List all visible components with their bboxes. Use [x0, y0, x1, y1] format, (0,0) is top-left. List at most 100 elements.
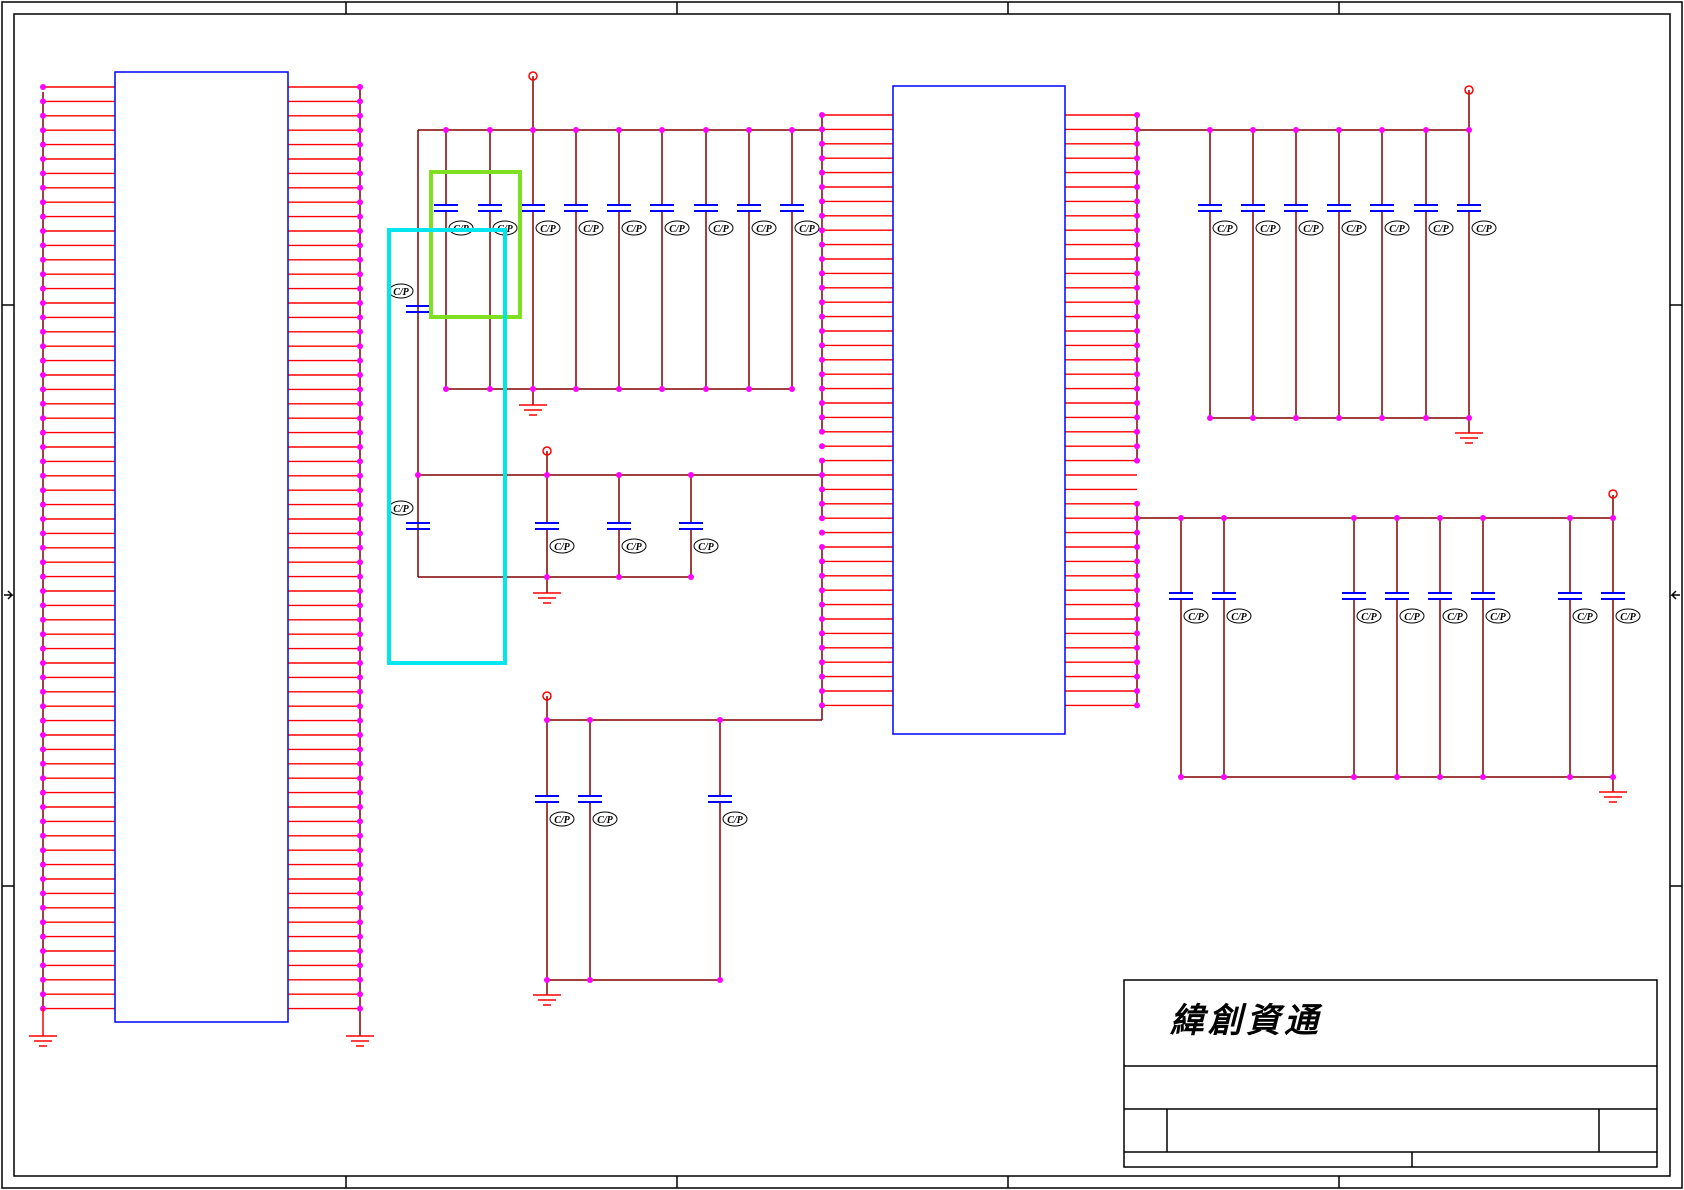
junction-dot — [1134, 515, 1140, 522]
junction-dot — [587, 717, 593, 723]
ground-icon — [1455, 432, 1483, 444]
junction-dot — [688, 472, 694, 478]
connector-body — [114, 71, 289, 1023]
junction-dot — [40, 890, 46, 897]
capacitor-label: C/P — [1361, 612, 1377, 623]
junction-dot — [357, 156, 363, 162]
junction-dot — [819, 400, 825, 406]
junction-dot — [717, 977, 723, 983]
junction-dot — [819, 299, 825, 306]
junction-dot — [1134, 256, 1140, 262]
junction-dot — [819, 414, 825, 421]
junction-dot — [40, 544, 46, 551]
junction-dot — [1134, 587, 1140, 594]
junction-dot — [357, 343, 363, 350]
junction-dot — [1221, 515, 1227, 521]
capacitor: C/P — [1601, 518, 1641, 777]
junction-dot — [1610, 774, 1616, 780]
ground-icon — [519, 404, 547, 416]
junction-dot — [40, 487, 46, 494]
ic-body — [892, 85, 1066, 735]
junction-dot — [1134, 457, 1140, 464]
junction-dot — [357, 847, 363, 854]
junction-dot — [40, 818, 46, 825]
junction-dot — [1134, 673, 1140, 680]
junction-dot — [357, 876, 363, 882]
junction-dot — [40, 472, 46, 479]
junction-dot — [1134, 140, 1140, 147]
junction-dot — [40, 976, 46, 983]
capacitor-label: C/P — [540, 224, 556, 235]
junction-dot — [1134, 544, 1140, 550]
capacitor: C/P — [478, 130, 518, 389]
junction-dot — [616, 472, 622, 478]
capacitor: C/P — [1212, 518, 1252, 777]
junction-dot — [819, 184, 825, 190]
junction-dot — [1134, 702, 1140, 709]
capacitor-label: C/P — [713, 224, 729, 235]
junction-dot — [573, 386, 579, 392]
junction-dot — [357, 256, 363, 263]
junction-dot — [1423, 415, 1429, 421]
junction-dot — [819, 486, 825, 493]
junction-dot — [357, 818, 363, 825]
junction-dot — [819, 688, 825, 694]
junction-dot — [1423, 127, 1429, 133]
junction-dot — [544, 574, 550, 580]
junction-dot — [40, 386, 46, 393]
capacitor-label: C/P — [698, 542, 714, 553]
junction-dot — [1466, 415, 1472, 421]
junction-dot — [573, 127, 579, 133]
capacitor: C/P — [1284, 130, 1324, 418]
capacitor: C/P — [1558, 518, 1598, 777]
junction-dot — [40, 832, 46, 839]
junction-dot — [40, 717, 46, 724]
capacitor: C/P — [1471, 518, 1511, 777]
junction-dot — [357, 372, 363, 378]
junction-dot — [40, 300, 46, 306]
junction-dot — [1134, 400, 1140, 406]
junction-dot — [688, 574, 694, 580]
junction-dot — [357, 400, 363, 407]
junction-dot — [487, 127, 493, 133]
junction-dot — [40, 314, 46, 321]
junction-dot — [1134, 184, 1140, 190]
junction-dot — [819, 256, 825, 262]
capacitor: C/P — [1327, 130, 1367, 418]
junction-dot — [357, 717, 363, 724]
ground-icon — [346, 1035, 374, 1047]
junction-dot — [357, 444, 363, 450]
junction-dot — [819, 443, 825, 450]
junction-dot — [1134, 385, 1140, 392]
capacitor-label: C/P — [1217, 224, 1233, 235]
junction-dot — [659, 386, 665, 392]
junction-dot — [357, 703, 363, 710]
capacitor-label: C/P — [1490, 612, 1506, 623]
junction-dot — [819, 616, 825, 622]
junction-dot — [40, 962, 46, 969]
junction-dot — [357, 314, 363, 321]
junction-dot — [40, 602, 46, 609]
junction-dot — [587, 977, 593, 983]
junction-dot — [40, 530, 46, 537]
junction-dot — [819, 457, 825, 464]
capacitor: C/P — [1457, 130, 1497, 418]
capacitor: C/P — [535, 720, 575, 980]
junction-dot — [1134, 616, 1140, 622]
junction-dot — [819, 472, 825, 478]
capacitor-label: C/P — [554, 815, 570, 826]
junction-dot — [819, 601, 825, 608]
capacitor: C/P — [708, 720, 748, 980]
junction-dot — [40, 199, 46, 206]
junction-dot — [819, 342, 825, 349]
company-name: 緯創資通 — [1170, 1001, 1323, 1041]
junction-dot — [40, 660, 46, 666]
capacitor-label: C/P — [1303, 224, 1319, 235]
ground-icon — [29, 1008, 57, 1047]
junction-dot — [819, 529, 825, 536]
junction-dot — [1480, 515, 1486, 521]
junction-dot — [40, 516, 46, 522]
capacitor: C/P — [1428, 518, 1468, 777]
junction-dot — [819, 284, 825, 291]
capacitor-label: C/P — [1476, 224, 1492, 235]
